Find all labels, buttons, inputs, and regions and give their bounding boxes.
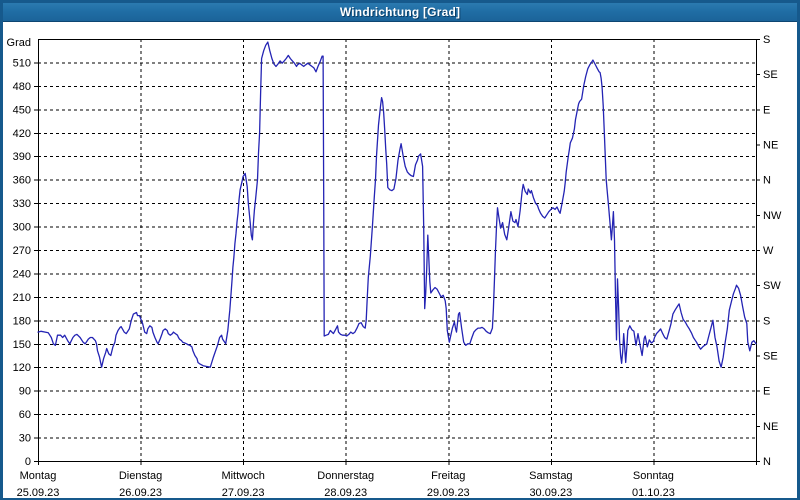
axis-label: 27.09.23 (222, 487, 265, 498)
axis-label: Montag (20, 470, 57, 482)
axis-label: Samstag (529, 470, 572, 482)
axis-label: 60 (19, 409, 31, 421)
axis-label: 510 (13, 57, 31, 69)
axis-label: 180 (13, 315, 31, 327)
axis-label: 360 (13, 175, 31, 187)
axis-label: 28.09.23 (324, 487, 367, 498)
axis-label: 90 (19, 386, 31, 398)
axis-label: NE (763, 421, 778, 433)
axis-label: N (763, 175, 771, 187)
axis-labels: 0 30 60 90 120 150 180 210 240 270 300 330 360 390 420… (7, 34, 782, 498)
title-bar: Windrichtung [Grad] (3, 3, 797, 22)
axis-label: S (763, 34, 770, 46)
chart-window: Windrichtung [Grad] 0 30 60 90 120 150 180 210 2… (0, 0, 800, 500)
axis-label: 01.10.23 (632, 487, 675, 498)
axis-label: Freitag (431, 470, 465, 482)
axis-label: 210 (13, 292, 31, 304)
axis-label: SE (763, 351, 778, 363)
axis-label: 270 (13, 245, 31, 257)
axis-label: 240 (13, 268, 31, 280)
axis-label: 420 (13, 128, 31, 140)
axis-label: 120 (13, 362, 31, 374)
axis-label: W (763, 245, 774, 257)
gridlines (38, 39, 756, 461)
axis-label: S (763, 315, 770, 327)
axis-label: 480 (13, 81, 31, 93)
axes (34, 39, 760, 465)
axis-label: 150 (13, 339, 31, 351)
axis-label: Mittwoch (221, 470, 264, 482)
axis-label: Sonntag (633, 470, 674, 482)
axis-label: SE (763, 69, 778, 81)
axis-label: 25.09.23 (17, 487, 60, 498)
axis-label: 0 (25, 456, 31, 468)
axis-label: 26.09.23 (119, 487, 162, 498)
axis-label: N (763, 456, 771, 468)
series-line-windrichtung (37, 41, 757, 368)
axis-label: Donnerstag (317, 470, 374, 482)
axis-label: 29.09.23 (427, 487, 470, 498)
axis-label: 300 (13, 222, 31, 234)
axis-label: 450 (13, 104, 31, 116)
axis-label: 30 (19, 433, 31, 445)
wind-direction-chart: 0 30 60 90 120 150 180 210 240 270 300 330 360 390 420… (7, 34, 782, 498)
axis-label: Grad (7, 37, 31, 49)
axis-label: NE (763, 140, 778, 152)
axis-label: 390 (13, 151, 31, 163)
axis-label: 30.09.23 (529, 487, 572, 498)
chart-area: 0 30 60 90 120 150 180 210 240 270 300 330 360 390 420… (3, 22, 797, 498)
axis-label: NW (763, 210, 782, 222)
axis-label: E (763, 104, 770, 116)
axis-label: 330 (13, 198, 31, 210)
axis-label: Dienstag (119, 470, 162, 482)
axis-label: SW (763, 280, 781, 292)
chart-title: Windrichtung [Grad] (339, 5, 461, 19)
axis-label: E (763, 386, 770, 398)
